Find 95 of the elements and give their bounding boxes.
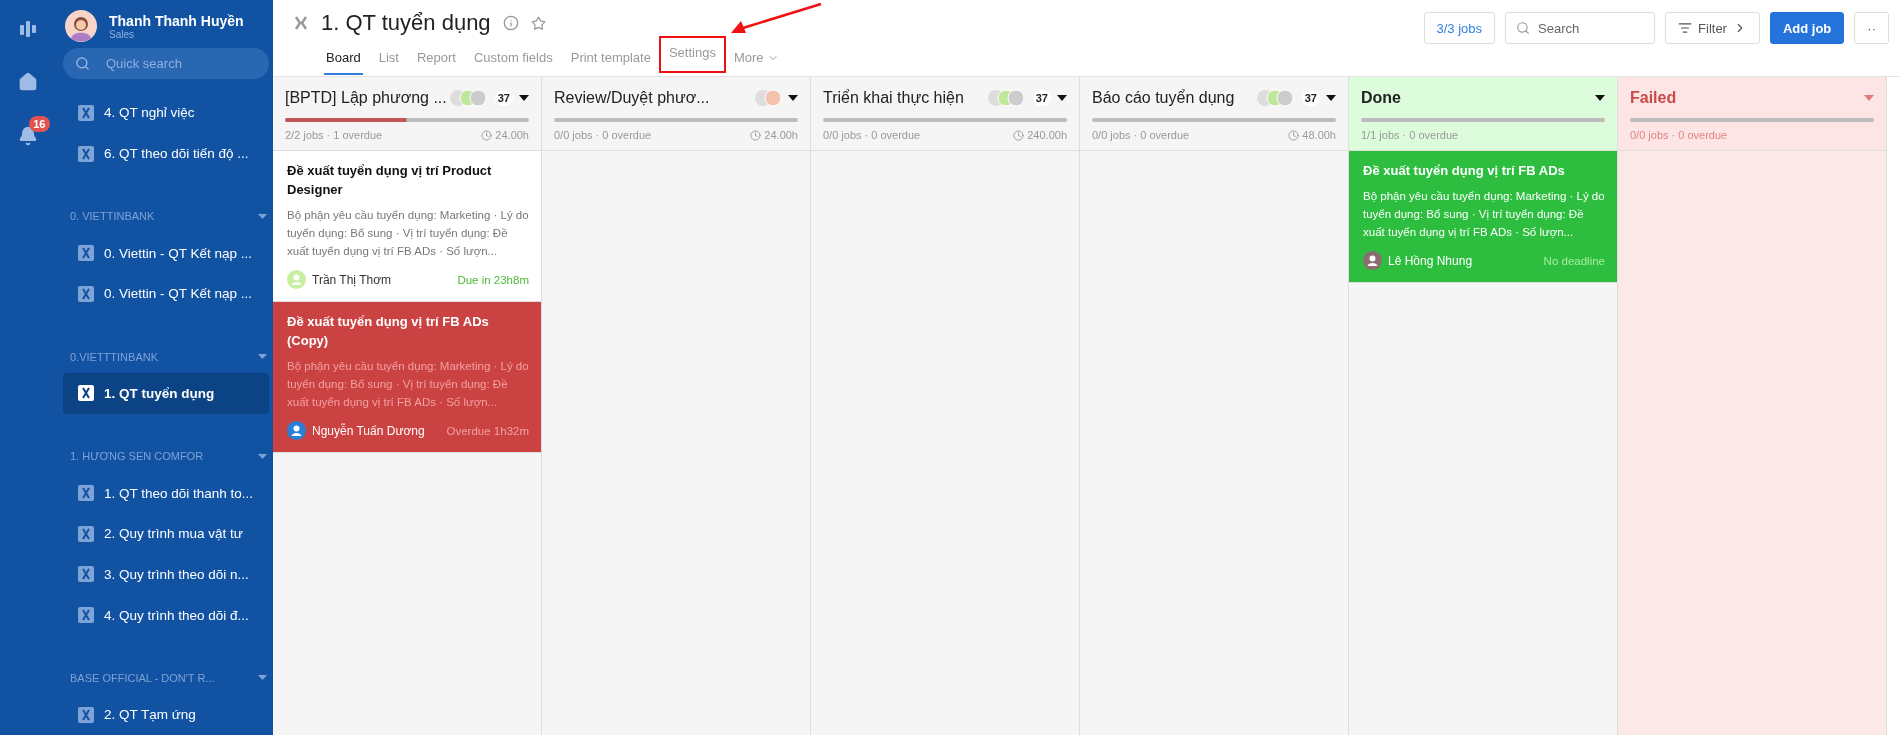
job-description: Bộ phận yêu cầu tuyển dụng: Marketing · Lý do tuyển dụng: Bổ sung · Vị trí tuyển dụng: Đề xuất tuyển dụng vị trí FB ADs · Số lượn... <box>287 208 529 259</box>
process-icon <box>78 706 94 723</box>
search-icon <box>75 56 90 71</box>
process-icon <box>293 15 309 31</box>
member-avatars <box>1255 89 1296 107</box>
caret-icon[interactable] <box>788 95 798 101</box>
sidebar-item[interactable]: 2. Quy trình mua vật tư <box>63 513 269 554</box>
duration: 240.00h <box>1027 129 1067 141</box>
caret-icon[interactable] <box>1326 95 1336 101</box>
filter-icon <box>1678 21 1693 35</box>
process-icon <box>78 385 94 402</box>
page-title: 1. QT tuyển dụng <box>321 10 491 36</box>
column-stats: 1/1 jobs · 0 overdue <box>1361 129 1459 141</box>
caret-icon[interactable] <box>1595 95 1605 101</box>
clock-icon <box>1013 129 1025 141</box>
sidebar-item[interactable]: 0. Viettin - QT Kết nạp ... <box>63 273 269 315</box>
duration: 24.00h <box>764 129 798 141</box>
assignee-name: Trần Thị Thơm <box>312 272 391 287</box>
column-title: Báo cáo tuyển dụng <box>1092 89 1235 107</box>
column-stats: 0/0 jobs · 0 overdue <box>1630 129 1728 141</box>
duration: 48.00h <box>1302 129 1336 141</box>
process-icon <box>78 525 94 542</box>
column-title: [BPTD] Lập phương ... <box>285 89 447 107</box>
duration: 24.00h <box>495 129 529 141</box>
clock-icon <box>750 129 762 141</box>
process-icon <box>78 245 94 262</box>
notification-icon[interactable] <box>17 126 38 146</box>
filter-button[interactable]: Filter <box>1665 12 1760 44</box>
member-avatars <box>754 89 782 107</box>
assignee-name: Lê Hồng Nhung <box>1388 253 1473 268</box>
more-button[interactable]: ·· <box>1854 12 1889 44</box>
quick-search-field[interactable]: Quick search <box>104 55 234 72</box>
process-icon <box>78 104 94 121</box>
sidebar-item[interactable]: 6. QT theo dõi tiến độ ... <box>63 133 269 174</box>
assignee-avatar <box>287 270 306 289</box>
column-title: Triển khai thực hiện <box>823 89 964 107</box>
notification-badge: 16 <box>29 116 50 132</box>
process-icon <box>78 607 94 623</box>
user-avatar <box>65 10 97 42</box>
sidebar-item[interactable]: 4. QT nghỉ việc <box>63 92 269 134</box>
info-icon[interactable] <box>502 15 519 31</box>
column-stats: 2/2 jobs · 1 overdue <box>285 129 383 141</box>
assignee-avatar <box>287 421 306 440</box>
sidebar-item[interactable]: 2. QT Tạm ứng <box>63 694 269 735</box>
search-bar[interactable]: Search <box>1505 12 1656 44</box>
column-stats: 0/0 jobs · 0 overdue <box>554 129 652 141</box>
quick-search-bar[interactable]: Quick search <box>63 48 269 79</box>
sidebar-item[interactable]: 3. Quy trình theo dõi n... <box>63 554 269 595</box>
process-icon <box>78 285 94 302</box>
assignee-avatar <box>1363 251 1382 270</box>
job-title: Đề xuất tuyển dụng vị trí Product Designer <box>287 162 493 199</box>
member-count: 37 <box>494 90 513 106</box>
group-label: 1. HƯƠNG SEN COMFOR <box>70 450 204 463</box>
caret-icon[interactable] <box>1057 95 1067 101</box>
search-icon <box>1516 21 1531 35</box>
assignee-name: Nguyễn Tuấn Dương <box>312 423 425 438</box>
tab[interactable]: Board <box>324 44 363 75</box>
member-avatars <box>986 89 1027 107</box>
group-label: 0.VIETTTINBANK <box>70 350 159 363</box>
group-label: 0. VIETTINBANK <box>70 210 155 223</box>
column-title: Done <box>1361 89 1401 107</box>
member-count: 37 <box>1301 90 1320 106</box>
process-icon <box>78 145 94 162</box>
job-title: Đề xuất tuyển dụng vị trí FB ADs <box>1363 162 1566 180</box>
sidebar-item[interactable]: 1. QT tuyển dụng <box>63 373 269 414</box>
home-icon[interactable] <box>17 72 38 92</box>
jobs-count-button[interactable]: 3/3 jobs <box>1423 12 1496 44</box>
sidebar-item[interactable]: 4. Quy trình theo dõi đ... <box>63 594 269 636</box>
job-title: Đề xuất tuyển dụng vị trí FB ADs (Copy) <box>287 313 490 350</box>
user-name: Thanh Thanh Huyền <box>109 12 244 29</box>
job-description: Bộ phận yêu cầu tuyển dụng: Marketing · Lý do tuyển dụng: Bổ sung · Vị trí tuyển dụng: Đề xuất tuyển dụng vị trí FB ADs · Số lượn... <box>1363 189 1605 240</box>
star-icon[interactable] <box>530 15 546 31</box>
sidebar-item[interactable]: 1. QT theo dõi thanh to... <box>63 472 269 514</box>
job-card[interactable] <box>273 151 541 302</box>
user-role: Sales <box>109 28 135 40</box>
due-status: Overdue 1h32m <box>446 424 529 437</box>
due-status: Due in 23h8m <box>457 273 529 286</box>
member-count: 37 <box>1032 90 1051 106</box>
add-job-button[interactable]: Add job <box>1769 12 1845 44</box>
job-card[interactable] <box>273 302 541 453</box>
column-stats: 0/0 jobs · 0 overdue <box>1092 129 1190 141</box>
clock-icon <box>481 129 493 141</box>
column-title: Review/Duyệt phươ... <box>554 89 710 107</box>
column-stats: 0/0 jobs · 0 overdue <box>823 129 921 141</box>
process-icon <box>78 485 94 501</box>
due-status: No deadline <box>1543 254 1605 267</box>
sidebar-item[interactable]: 0. Viettin - QT Kết nạp ... <box>63 232 269 274</box>
caret-icon[interactable] <box>519 95 529 101</box>
process-icon <box>78 566 94 583</box>
clock-icon <box>1288 129 1300 141</box>
group-label: BASE OFFICIAL - DON'T R... <box>70 671 215 684</box>
member-avatars <box>448 89 489 107</box>
column-title: Failed <box>1630 89 1677 107</box>
logo-icon[interactable] <box>18 20 37 38</box>
job-description: Bộ phận yêu cầu tuyển dụng: Marketing · Lý do tuyển dụng: Bổ sung · Vị trí tuyển dụng: Đề xuất tuyển dụng vị trí FB ADs · Số lượn... <box>287 359 529 410</box>
